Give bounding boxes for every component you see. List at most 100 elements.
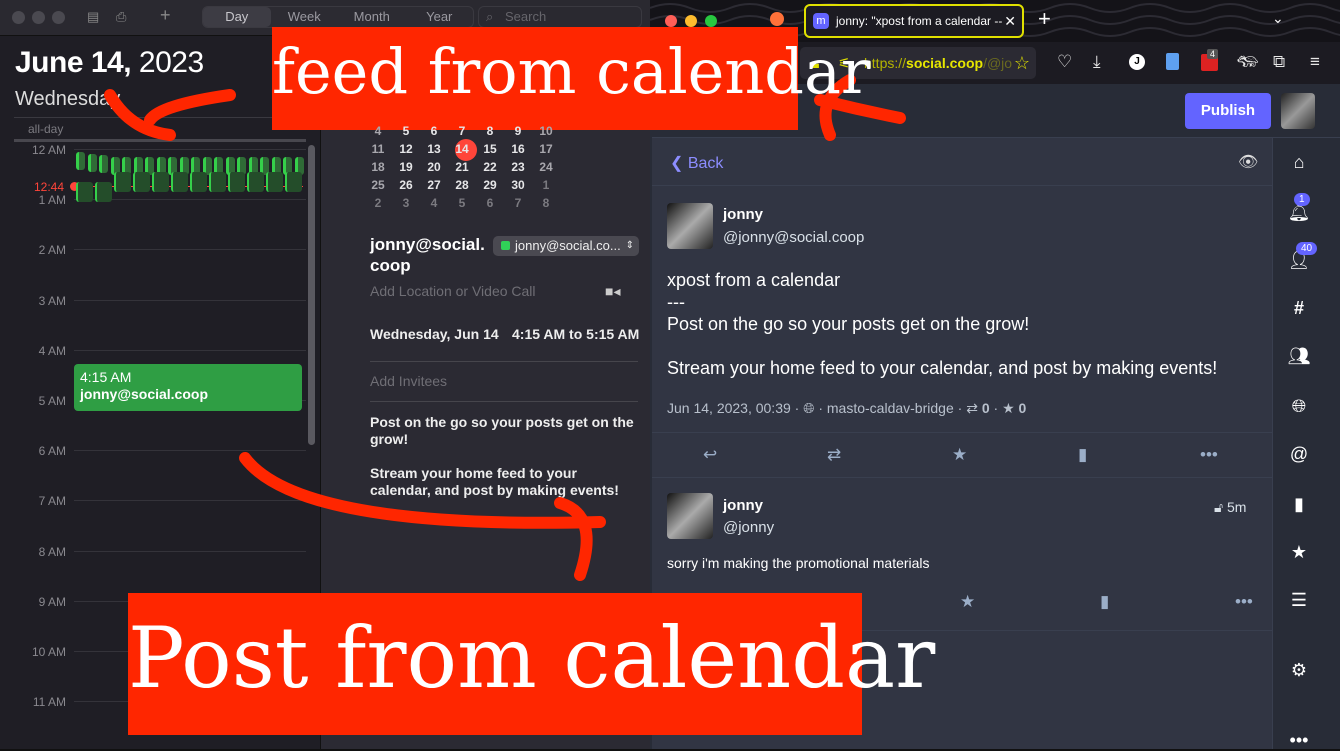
feed-event[interactable] <box>209 172 226 192</box>
boost-count[interactable]: 0 <box>982 400 990 416</box>
mini-calendar-day[interactable]: 2 <box>364 196 392 210</box>
feed-event[interactable] <box>114 172 131 192</box>
tab-year[interactable]: Year <box>406 7 474 27</box>
mini-calendar-day[interactable]: 20 <box>420 160 448 174</box>
menu-icon[interactable]: ≡ <box>1310 52 1320 72</box>
download-icon[interactable]: ⤓ <box>1093 52 1101 72</box>
mini-calendar-day[interactable]: 28 <box>448 178 476 192</box>
mini-calendar-day[interactable]: 16 <box>504 142 532 156</box>
mini-calendar-day[interactable]: 4 <box>364 124 392 138</box>
mentions-icon[interactable]: @ <box>1272 444 1326 465</box>
event-date[interactable]: Wednesday, Jun 14 <box>370 326 499 342</box>
settings-gear-icon[interactable]: ⚙ <box>1272 660 1326 681</box>
feed-event[interactable] <box>228 172 245 192</box>
feed-event[interactable] <box>190 172 207 192</box>
extensions-puzzle-icon[interactable]: ⧉ <box>1273 52 1285 72</box>
feed-event[interactable] <box>152 172 169 192</box>
mini-calendar-day[interactable]: 5 <box>448 196 476 210</box>
mini-calendar-day[interactable]: 12 <box>392 142 420 156</box>
location-field[interactable]: Add Location or Video Call <box>370 283 536 299</box>
mini-calendar-day[interactable]: 9 <box>504 124 532 138</box>
lists-icon[interactable]: ☰ <box>1272 590 1326 611</box>
calendar-list-icon[interactable]: ▤ <box>87 9 99 25</box>
mini-calendar-day[interactable]: 26 <box>392 178 420 192</box>
mini-calendar-day[interactable]: 8 <box>476 124 504 138</box>
boost-button-icon[interactable]: ⇄ <box>827 445 841 465</box>
pocket-icon[interactable]: ♡ <box>1057 52 1072 72</box>
bookmark-icon[interactable]: ▮ <box>1078 445 1087 465</box>
local-timeline-icon[interactable]: 👥︎ <box>1272 346 1326 367</box>
mini-calendar-day[interactable]: 6 <box>476 196 504 210</box>
tab-month[interactable]: Month <box>338 7 406 27</box>
back-button[interactable]: ❮ Back <box>670 153 723 173</box>
more-icon[interactable]: ••• <box>1200 445 1218 465</box>
event-notes[interactable]: Post on the go so your posts get on the … <box>370 414 638 499</box>
reply-author-name[interactable]: jonny <box>723 497 763 514</box>
mini-calendar-day[interactable]: 23 <box>504 160 532 174</box>
post-author-handle[interactable]: @jonny@social.coop <box>723 229 864 246</box>
minimize-button[interactable] <box>685 15 697 27</box>
invitees-field[interactable]: Add Invitees <box>370 373 447 389</box>
mini-calendar-day[interactable]: 25 <box>364 178 392 192</box>
mini-calendar-day[interactable]: 13 <box>420 142 448 156</box>
add-event-button[interactable]: + <box>160 5 171 26</box>
mini-calendar-day[interactable]: 6 <box>420 124 448 138</box>
favourite-icon[interactable]: ★ <box>960 592 975 612</box>
bookmarks-icon[interactable]: ▮ <box>1272 494 1326 515</box>
mini-calendar-day[interactable]: 18 <box>364 160 392 174</box>
firefox-icon[interactable] <box>770 12 784 26</box>
feed-event[interactable] <box>76 182 93 202</box>
feed-event[interactable] <box>99 155 108 173</box>
feed-event[interactable] <box>247 172 264 192</box>
mini-calendar-day[interactable]: 1 <box>532 178 560 192</box>
eye-icon[interactable]: 👁︎ <box>1238 152 1258 172</box>
inbox-icon[interactable]: ⎙ <box>116 9 126 25</box>
feed-event[interactable] <box>285 172 302 192</box>
reply-icon[interactable]: ↩ <box>703 445 717 465</box>
extension-j-icon[interactable]: J <box>1129 54 1145 70</box>
post-app[interactable]: masto-caldav-bridge <box>827 400 954 416</box>
feed-event[interactable] <box>95 182 112 202</box>
mini-calendar-day[interactable]: 8 <box>532 196 560 210</box>
reply-timestamp[interactable]: 🔓︎ 5m <box>1214 499 1246 516</box>
mini-calendar-day[interactable]: 24 <box>532 160 560 174</box>
tab-active[interactable]: m jonny: "xpost from a calendar -- ✕ <box>804 4 1024 38</box>
feed-event[interactable] <box>76 152 85 170</box>
event-title-field[interactable]: jonny@social.coop <box>370 234 492 276</box>
mini-calendar-day[interactable]: 3 <box>392 196 420 210</box>
search-input[interactable]: ⌕ Search <box>478 6 642 28</box>
zoom-button[interactable] <box>705 15 717 27</box>
post-avatar[interactable] <box>667 203 713 249</box>
close-tab-icon[interactable]: ✕ <box>1004 6 1016 36</box>
mini-calendar-day[interactable]: 29 <box>476 178 504 192</box>
feed-event[interactable] <box>266 172 283 192</box>
mini-calendar-day[interactable]: 22 <box>476 160 504 174</box>
video-camera-icon[interactable]: ■◂ <box>605 283 620 300</box>
chevron-down-icon[interactable]: ⌄ <box>1272 10 1284 27</box>
publish-button[interactable]: Publish <box>1185 93 1271 129</box>
mini-calendar-day[interactable]: 5 <box>392 124 420 138</box>
globe-nav-icon[interactable]: 🌐︎ <box>1272 396 1326 417</box>
favourites-icon[interactable]: ★ <box>1272 542 1326 563</box>
zoom-button[interactable] <box>52 11 65 24</box>
mini-calendar-day[interactable]: 7 <box>448 124 476 138</box>
mini-calendar-day[interactable]: 17 <box>532 142 560 156</box>
mini-calendar-day[interactable]: 27 <box>420 178 448 192</box>
post-date[interactable]: Jun 14, 2023, 00:39 <box>667 400 791 416</box>
post-author-name[interactable]: jonny <box>723 206 763 223</box>
tab-week[interactable]: Week <box>271 7 339 27</box>
mini-calendar-day[interactable]: 10 <box>532 124 560 138</box>
bookmark-icon[interactable]: ▮ <box>1100 592 1109 612</box>
close-button[interactable] <box>12 11 25 24</box>
reply-author-handle[interactable]: @jonny <box>723 519 774 536</box>
mini-calendar-day[interactable]: 21 <box>448 160 476 174</box>
favourite-icon[interactable]: ★ <box>952 445 967 465</box>
reply-avatar[interactable] <box>667 493 713 539</box>
badger-icon[interactable]: 🦡︎ <box>1237 52 1259 72</box>
mini-calendar-day[interactable]: 19 <box>392 160 420 174</box>
more-nav-icon[interactable]: ••• <box>1272 730 1326 751</box>
minimize-button[interactable] <box>32 11 45 24</box>
mini-calendar-day[interactable]: 4 <box>420 196 448 210</box>
avatar[interactable] <box>1281 93 1315 129</box>
calendar-event[interactable]: 4:15 AM jonny@social.coop <box>74 364 302 411</box>
